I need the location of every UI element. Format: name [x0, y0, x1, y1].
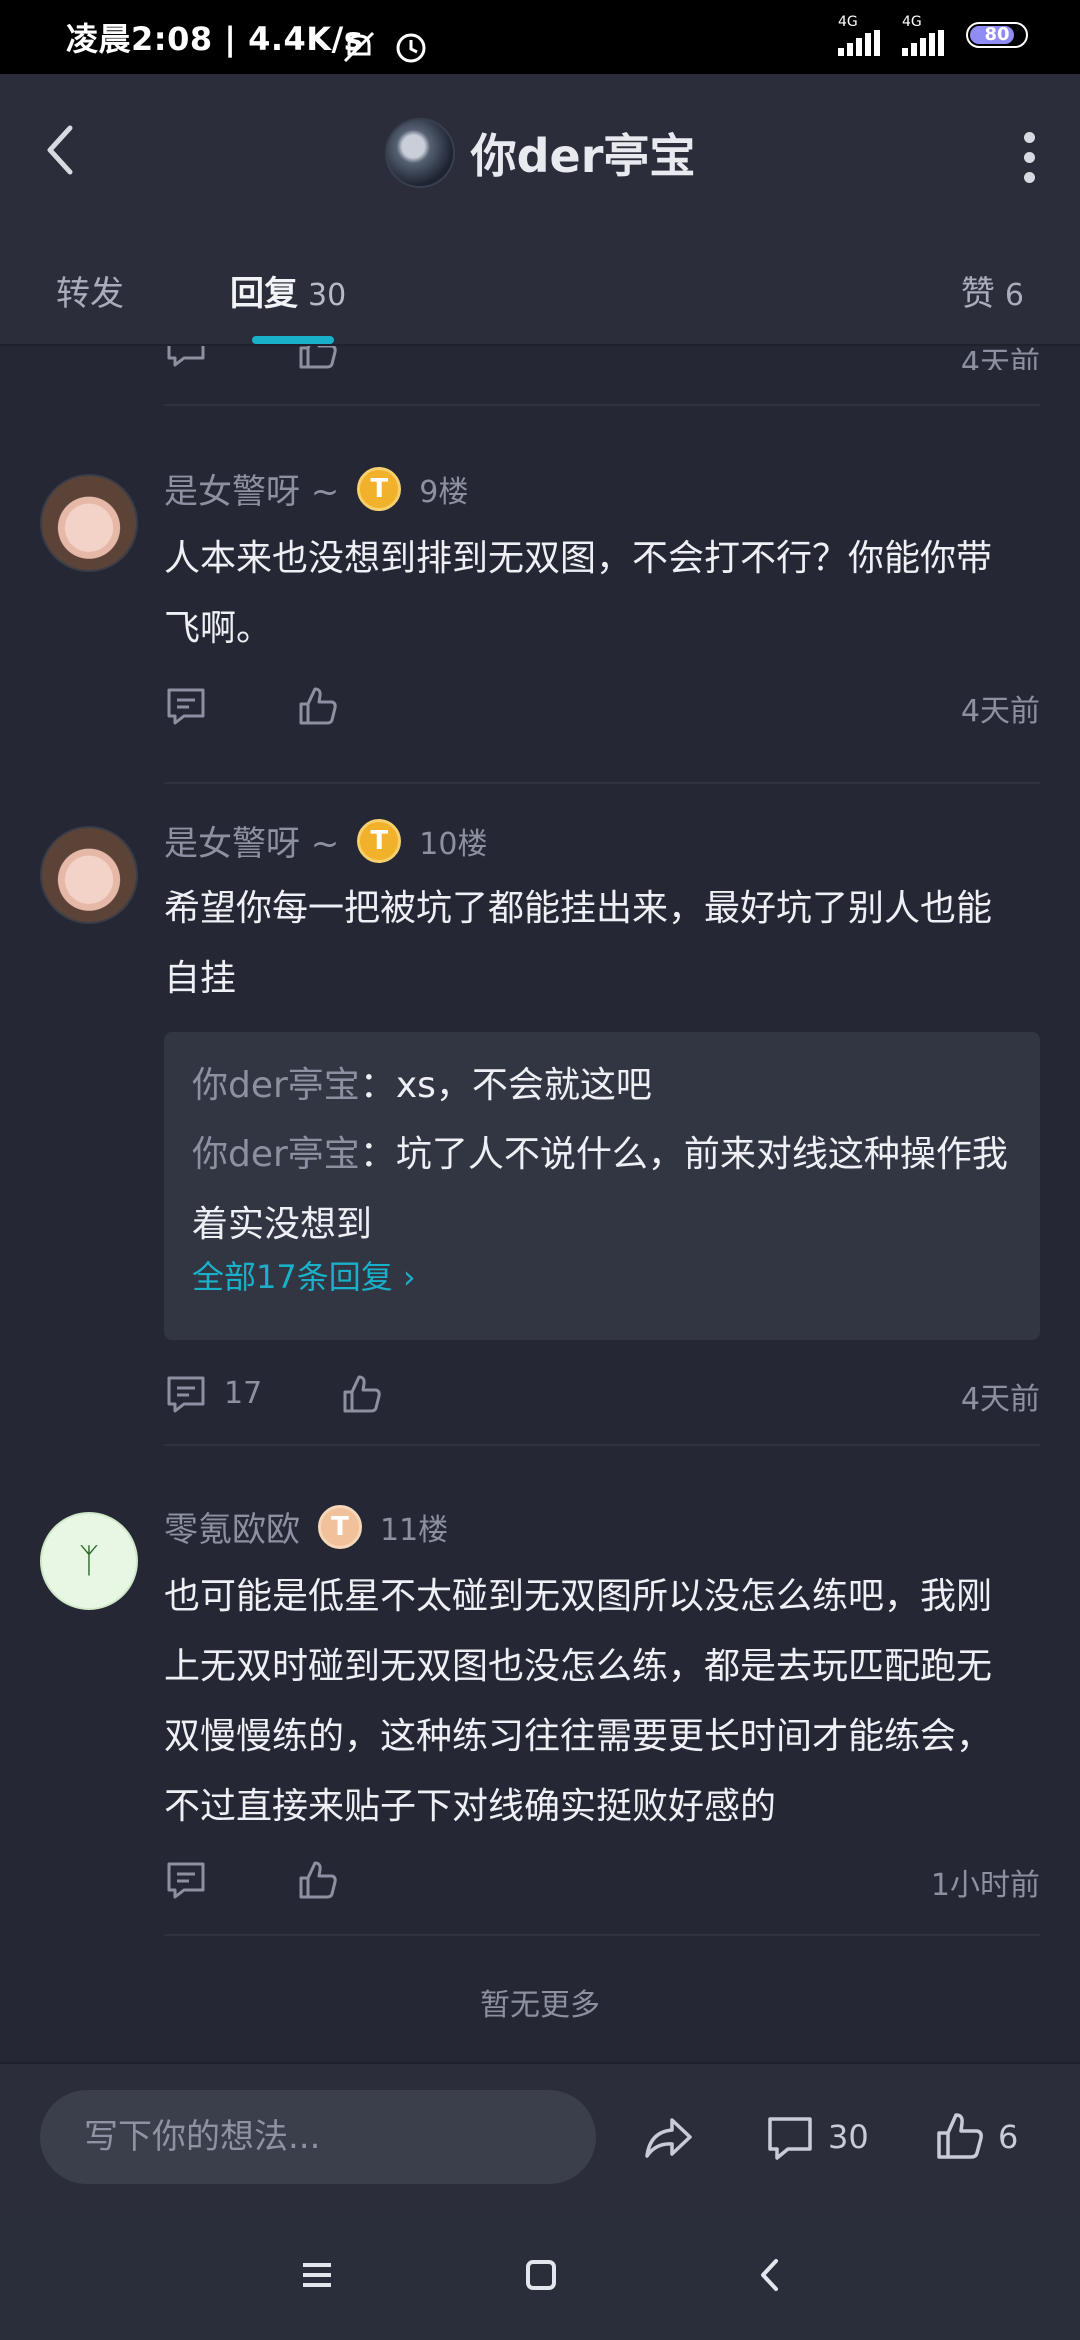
comment-icon[interactable]: [164, 346, 208, 370]
reply-username[interactable]: 你der亭宝: [192, 1065, 360, 1106]
comment-text: 也可能是低星不太碰到无双图所以没怎么练吧，我刚上无双时碰到无双图也没怎么练，都是…: [164, 1576, 993, 1827]
view-all-replies-link[interactable]: 全部17条回复 ›: [192, 1252, 416, 1298]
signal-2-icon: 4G: [902, 14, 944, 56]
alarm-icon: [392, 28, 430, 70]
reply-separator: ：: [359, 1065, 396, 1106]
avatar[interactable]: [384, 118, 455, 188]
timestamp: 4天前: [960, 694, 1040, 729]
level-badge-icon: T: [357, 466, 402, 511]
divider: [164, 404, 1040, 406]
tab-label: 赞: [960, 274, 995, 314]
comment-icon[interactable]: [164, 1372, 208, 1416]
tab-forward[interactable]: 转发: [56, 266, 124, 315]
tab-count: 30: [308, 278, 347, 313]
reply-separator: ：: [359, 1134, 396, 1175]
like-icon[interactable]: [340, 1372, 384, 1416]
comment-header: 是女警呀 ~ T 9楼: [164, 464, 468, 513]
status-time: 凌晨2:08 | 4.4K/s: [66, 20, 364, 58]
network-type-2: 4G: [902, 14, 922, 30]
header-title-group: 你der亭宝: [0, 118, 1080, 188]
battery-icon: 80: [966, 22, 1028, 48]
divider: [164, 1444, 1040, 1446]
avatar[interactable]: [40, 474, 138, 572]
comment-header: 是女警呀 ~ T 10楼: [164, 816, 487, 865]
sprout-icon: ᛉ: [78, 1541, 100, 1581]
comment-icon[interactable]: [164, 1858, 208, 1902]
page-title: 你der亭宝: [470, 129, 696, 183]
like-icon[interactable]: [296, 1858, 340, 1902]
reply-text: xs，不会就这吧: [395, 1065, 652, 1106]
avatar[interactable]: ᛉ: [40, 1512, 138, 1610]
thumbs-up-icon: [937, 2113, 983, 2159]
reply-line: 你der亭宝：xs，不会就这吧: [192, 1062, 1012, 1110]
comments-button[interactable]: [764, 2112, 816, 2168]
likes-count: 6: [998, 2118, 1019, 2156]
mute-icon: [340, 28, 378, 70]
tab-likes[interactable]: 赞6: [961, 266, 1024, 315]
timestamp: 4天前: [960, 346, 1040, 370]
comments-count: 30: [828, 2118, 869, 2156]
like-icon[interactable]: [296, 346, 340, 372]
reply-username[interactable]: 你der亭宝: [192, 1134, 360, 1175]
floor-number: 11楼: [380, 1512, 449, 1548]
network-type-1: 4G: [838, 14, 858, 30]
status-right: 4G 4G 80: [838, 14, 1028, 56]
timestamp: 1小时前: [930, 1868, 1040, 1903]
avatar[interactable]: [40, 826, 138, 924]
username[interactable]: 零氪欧欧: [164, 1502, 300, 1551]
like-button[interactable]: [934, 2110, 986, 2166]
divider: [164, 782, 1040, 784]
no-more-label: 暂无更多: [480, 1988, 600, 2023]
back-nav-icon[interactable]: [756, 2256, 784, 2298]
divider: [164, 1934, 1040, 1936]
floor-number: 9楼: [419, 474, 469, 510]
comment-icon[interactable]: [164, 684, 208, 728]
comment-text: 人本来也没想到排到无双图，不会打不行？你能你带飞啊。: [164, 538, 993, 649]
tab-replies[interactable]: 回复 30: [230, 266, 346, 315]
username[interactable]: 是女警呀 ~: [164, 816, 339, 865]
tab-label: 转发: [56, 274, 124, 314]
share-icon[interactable]: [642, 2112, 694, 2168]
reply-line: 你der亭宝：坑了人不说什么，前来对线这种操作我着实没想到: [192, 1120, 1012, 1260]
battery-level: 80: [984, 24, 1010, 45]
tab-count: 6: [1004, 278, 1024, 313]
username[interactable]: 是女警呀 ~: [164, 464, 339, 513]
floor-number: 10楼: [419, 826, 488, 862]
like-icon[interactable]: [296, 684, 340, 728]
tab-label: 回复: [230, 274, 298, 314]
tab-indicator: [252, 336, 334, 344]
home-icon[interactable]: [524, 2258, 558, 2296]
comment-bubble-icon: [768, 2117, 812, 2160]
comment-text: 希望你每一把被坑了都能挂出来，最好坑了别人也能自挂: [164, 888, 993, 999]
timestamp: 4天前: [960, 1382, 1040, 1417]
reply-preview-box[interactable]: 你der亭宝：xs，不会就这吧 你der亭宝：坑了人不说什么，前来对线这种操作我…: [164, 1032, 1040, 1340]
comment-input[interactable]: 写下你的想法...: [40, 2090, 596, 2184]
comment-header: 零氪欧欧 T 11楼: [164, 1502, 448, 1551]
menu-icon[interactable]: [300, 2258, 334, 2296]
signal-1-icon: 4G: [838, 14, 880, 56]
reply-count: 17: [224, 1376, 263, 1411]
more-options-icon[interactable]: [1024, 132, 1036, 183]
tab-bar: [0, 230, 1080, 346]
level-badge-icon: T: [357, 818, 402, 863]
level-badge-icon: T: [318, 1504, 362, 1549]
